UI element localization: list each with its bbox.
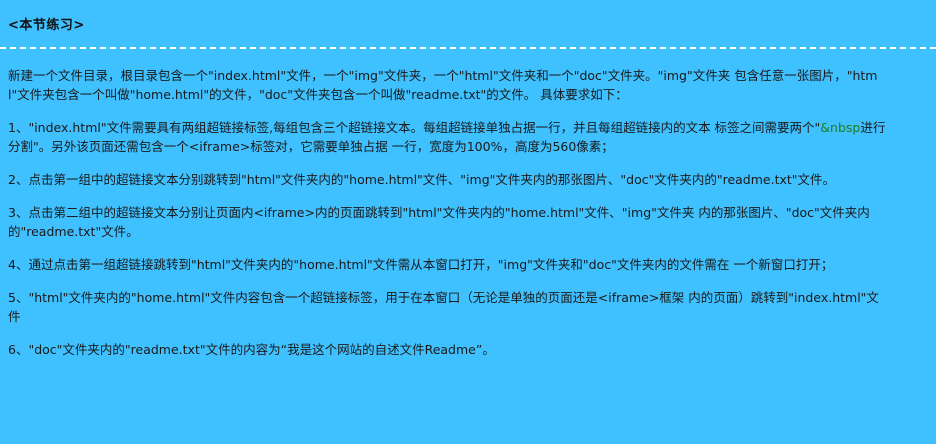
dashed-divider xyxy=(0,47,936,49)
requirement-2: 2、点击第一组中的超链接文本分别跳转到"html"文件夹内的"home.html… xyxy=(8,172,836,187)
requirement-1: 1、"index.html"文件需要具有两组超链接标签,每组包含三个超链接文本。… xyxy=(8,118,888,156)
intro-paragraph: 新建一个文件目录，根目录包含一个"index.html"文件，一个"img"文件… xyxy=(8,68,878,102)
requirement-4: 4、通过点击第一组超链接跳转到"html"文件夹内的"home.html"文件需… xyxy=(8,257,834,272)
exercise-content: 新建一个文件目录，根目录包含一个"index.html"文件，一个"img"文件… xyxy=(8,66,888,373)
section-title: <本节练习> xyxy=(8,18,85,33)
requirement-1-text-start: 1、"index.html"文件需要具有两组超链接标签,每组包含三个超链接文本。… xyxy=(8,120,821,135)
requirement-5: 5、"html"文件夹内的"home.html"文件内容包含一个超链接标签，用于… xyxy=(8,290,879,324)
requirement-6: 6、"doc"文件夹内的"readme.txt"文件的内容为“我是这个网站的自述… xyxy=(8,342,495,357)
exercise-page: <本节练习> 新建一个文件目录，根目录包含一个"index.html"文件，一个… xyxy=(0,0,936,444)
nbsp-code: &nbsp xyxy=(820,120,861,135)
requirement-3: 3、点击第二组中的超链接文本分别让页面内<iframe>内的页面跳转到"html… xyxy=(8,205,870,239)
